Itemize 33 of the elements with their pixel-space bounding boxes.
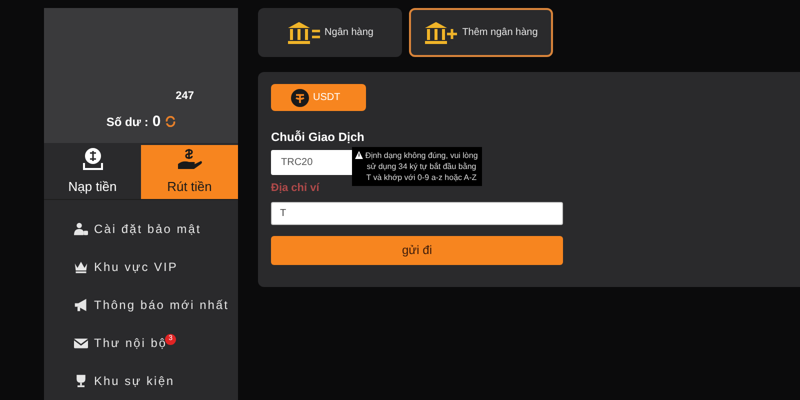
refresh-icon[interactable] bbox=[164, 116, 176, 128]
megaphone-icon bbox=[74, 298, 88, 312]
crown-icon bbox=[74, 260, 88, 274]
submit-button[interactable]: gửi đi bbox=[271, 236, 563, 264]
menu-label: Khu vực VIP bbox=[94, 259, 178, 276]
address-field[interactable]: T bbox=[271, 202, 563, 224]
user-lock-icon bbox=[74, 222, 88, 236]
hand-dollar-icon bbox=[176, 147, 202, 171]
tooltip-text: Định dạng không đúng, vui lòng sử dụng 34 ký tự bắt đầu bằng T và khớp với 0-9 a-z hoặc A-Z bbox=[364, 150, 479, 183]
tether-logo-icon bbox=[291, 88, 309, 106]
menu-item[interactable]: Cài đặt bảo mật bbox=[74, 210, 238, 248]
menu-item[interactable]: Khu sự kiện bbox=[74, 362, 238, 400]
menu-label: Thư nội bộ bbox=[94, 335, 168, 352]
menu-label: Khu sự kiện bbox=[94, 373, 175, 390]
bank-tab[interactable]: Thêm ngân hàng bbox=[409, 8, 553, 57]
menu-label: Thông báo mới nhất bbox=[94, 297, 229, 314]
mail-icon bbox=[74, 336, 88, 350]
chain-select[interactable]: TRC20 bbox=[271, 150, 355, 175]
bank-arrows-icon bbox=[286, 20, 321, 44]
balance-value: 0 bbox=[152, 112, 161, 132]
wallet-tab[interactable]: Rút tiền bbox=[141, 144, 238, 199]
menu-item[interactable]: Khu vực VIP bbox=[74, 248, 238, 286]
menu-item[interactable]: Thông báo mới nhất bbox=[74, 286, 238, 324]
address-label: Địa chỉ ví bbox=[271, 181, 320, 196]
menu-label: Cài đặt bảo mật bbox=[94, 221, 202, 238]
trophy-icon bbox=[74, 374, 88, 388]
chain-label: Chuỗi Giao Dịch bbox=[271, 129, 364, 146]
warning-icon bbox=[355, 151, 363, 159]
balance-label: Số dư : bbox=[106, 114, 148, 131]
coin-tray-icon bbox=[82, 147, 104, 171]
bank-plus-icon bbox=[424, 20, 458, 44]
bank-tab[interactable]: Ngân hàng bbox=[258, 8, 402, 57]
username-text: 247 bbox=[176, 89, 194, 104]
